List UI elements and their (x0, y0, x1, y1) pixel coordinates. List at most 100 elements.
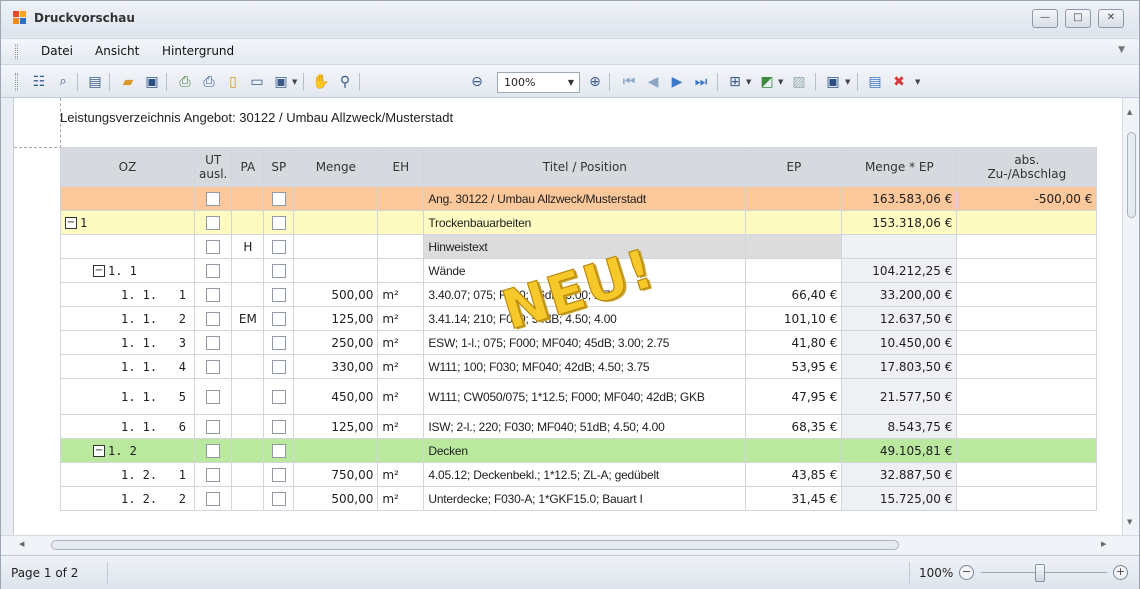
sp-checkbox[interactable] (271, 215, 286, 230)
sp-checkbox[interactable] (271, 389, 286, 404)
fill-background-icon[interactable]: ◩ (757, 72, 777, 92)
cell-abs-zu-abschlag (956, 414, 1098, 439)
toolbar-grip[interactable] (15, 73, 18, 91)
sp-checkbox[interactable] (271, 311, 286, 326)
collapse-icon[interactable]: − (65, 217, 77, 229)
ut-checkbox[interactable] (206, 311, 221, 326)
table-row[interactable]: 1. 1. 4 330,00 m² W111; 100; F030; MF040; 4… (60, 354, 1098, 379)
export-icon[interactable]: ▣ (823, 72, 843, 92)
magnifier-icon[interactable]: ⚲ (335, 72, 355, 92)
zoom-out-button[interactable]: − (959, 565, 974, 580)
cell-sp (263, 258, 295, 283)
close-preview-icon[interactable]: ✖ (889, 72, 909, 92)
multiple-pages-dropdown-icon[interactable]: ▼ (746, 78, 751, 86)
send-icon[interactable]: ▤ (865, 72, 885, 92)
zoom-in-button[interactable]: + (1113, 565, 1128, 580)
next-page-icon[interactable]: ▶ (667, 72, 687, 92)
cell-eh (377, 438, 425, 463)
table-row[interactable]: 1. 2. 1 750,00 m² 4.05.12; Deckenbekl.; 1*1… (60, 462, 1098, 487)
export-dropdown-icon[interactable]: ▼ (845, 78, 850, 86)
col-titel-position: Titel / Position (423, 147, 747, 187)
previous-page-icon[interactable]: ◀ (643, 72, 663, 92)
zoom-slider-thumb[interactable] (1035, 564, 1045, 582)
sp-checkbox[interactable] (271, 287, 286, 302)
scroll-left-icon[interactable]: ◀ (19, 540, 24, 548)
collapse-icon[interactable]: − (93, 265, 105, 277)
table-row[interactable]: 1. 1. 3 250,00 m² ESW; 1-l.; 075; F000; MF0… (60, 330, 1098, 355)
cell-menge-ep: 17.803,50 € (841, 354, 958, 379)
table-row[interactable]: H Hinweistext (60, 234, 1098, 259)
cell-menge-ep: 104.212,25 € (841, 258, 958, 283)
maximize-button[interactable]: □ (1065, 9, 1091, 28)
menu-datei[interactable]: Datei (41, 44, 73, 58)
sp-checkbox[interactable] (271, 443, 286, 458)
menu-grip[interactable] (15, 44, 18, 59)
scroll-up-icon[interactable]: ▲ (1127, 108, 1132, 116)
table-row[interactable]: −1. 2 Decken 49.105,81 € (60, 438, 1098, 463)
collapse-icon[interactable]: − (93, 445, 105, 457)
sp-checkbox[interactable] (271, 419, 286, 434)
ut-checkbox[interactable] (206, 191, 221, 206)
menu-hintergrund[interactable]: Hintergrund (162, 44, 234, 58)
table-row[interactable]: 1. 1. 6 125,00 m² ISW; 2-l.; 220; F030; MF0… (60, 414, 1098, 439)
ut-checkbox[interactable] (206, 359, 221, 374)
find-icon[interactable]: ⌕ (53, 72, 73, 92)
vertical-scrollbar[interactable]: ▲ ▼ (1122, 98, 1139, 535)
sp-checkbox[interactable] (271, 335, 286, 350)
scroll-right-icon[interactable]: ▶ (1101, 540, 1106, 548)
last-page-icon[interactable]: ⏭ (691, 72, 711, 92)
sp-checkbox[interactable] (271, 191, 286, 206)
multiple-pages-icon[interactable]: ⊞ (725, 72, 745, 92)
document-preview[interactable]: Leistungsverzeichnis Angebot: 30122 / Um… (13, 98, 1122, 535)
ut-checkbox[interactable] (206, 419, 221, 434)
watermark-icon[interactable]: ▨ (789, 72, 809, 92)
header-footer-icon[interactable]: ▭ (247, 72, 267, 92)
ut-checkbox[interactable] (206, 287, 221, 302)
sp-checkbox[interactable] (271, 467, 286, 482)
customize-icon[interactable]: ▤ (85, 72, 105, 92)
page-setup-icon[interactable]: ▯ (223, 72, 243, 92)
sp-checkbox[interactable] (271, 359, 286, 374)
table-row[interactable]: −1 Trockenbauarbeiten 153.318,06 € (60, 210, 1098, 235)
sp-checkbox[interactable] (271, 239, 286, 254)
ut-checkbox[interactable] (206, 389, 221, 404)
first-page-icon[interactable]: ⏮ (619, 72, 639, 92)
document-map-icon[interactable]: ☷ (29, 72, 49, 92)
menu-overflow-icon[interactable]: ▼ (1118, 45, 1125, 55)
vertical-scroll-thumb[interactable] (1127, 132, 1136, 218)
ut-checkbox[interactable] (206, 491, 221, 506)
sp-checkbox[interactable] (271, 491, 286, 506)
close-button[interactable]: ✕ (1098, 9, 1124, 28)
ut-checkbox[interactable] (206, 263, 221, 278)
cell-menge (293, 258, 379, 283)
print-icon[interactable]: ⎙ (199, 72, 219, 92)
menu-ansicht[interactable]: Ansicht (95, 44, 139, 58)
minimize-button[interactable]: — (1032, 9, 1058, 28)
horizontal-scroll-thumb[interactable] (51, 540, 899, 550)
ut-checkbox[interactable] (206, 239, 221, 254)
fill-background-dropdown-icon[interactable]: ▼ (778, 78, 783, 86)
ut-checkbox[interactable] (206, 467, 221, 482)
scroll-down-icon[interactable]: ▼ (1127, 518, 1132, 526)
toolbar-overflow-icon[interactable]: ▼ (915, 78, 920, 86)
ut-checkbox[interactable] (206, 215, 221, 230)
zoom-out-icon[interactable]: ⊖ (467, 72, 487, 92)
table-row[interactable]: 1. 2. 2 500,00 m² Unterdecke; F030-A; 1*GKF… (60, 486, 1098, 511)
sp-checkbox[interactable] (271, 263, 286, 278)
table-row[interactable]: Ang. 30122 / Umbau Allzweck/Musterstadt 1… (60, 186, 1098, 211)
zoom-combobox[interactable]: 100% ▼ (497, 72, 580, 93)
ut-checkbox[interactable] (206, 335, 221, 350)
table-row[interactable]: 1. 1. 5 450,00 m² W111; CW050/075; 1*12.5; … (60, 378, 1098, 415)
open-icon[interactable]: ▰ (118, 72, 138, 92)
zoom-in-icon[interactable]: ⊕ (585, 72, 605, 92)
cell-menge-ep: 153.318,06 € (841, 210, 958, 235)
horizontal-scrollbar[interactable]: ◀ ▶ (1, 535, 1139, 554)
scale-icon[interactable]: ▣ (271, 72, 291, 92)
print-dialog-icon[interactable]: ⎙ (175, 72, 195, 92)
save-icon[interactable]: ▣ (142, 72, 162, 92)
cell-abs-zu-abschlag: -500,00 € (956, 186, 1098, 211)
ut-checkbox[interactable] (206, 443, 221, 458)
zoom-dropdown-icon[interactable]: ▼ (568, 78, 574, 87)
hand-tool-icon[interactable]: ✋ (311, 72, 331, 92)
scale-dropdown-icon[interactable]: ▼ (292, 78, 297, 86)
